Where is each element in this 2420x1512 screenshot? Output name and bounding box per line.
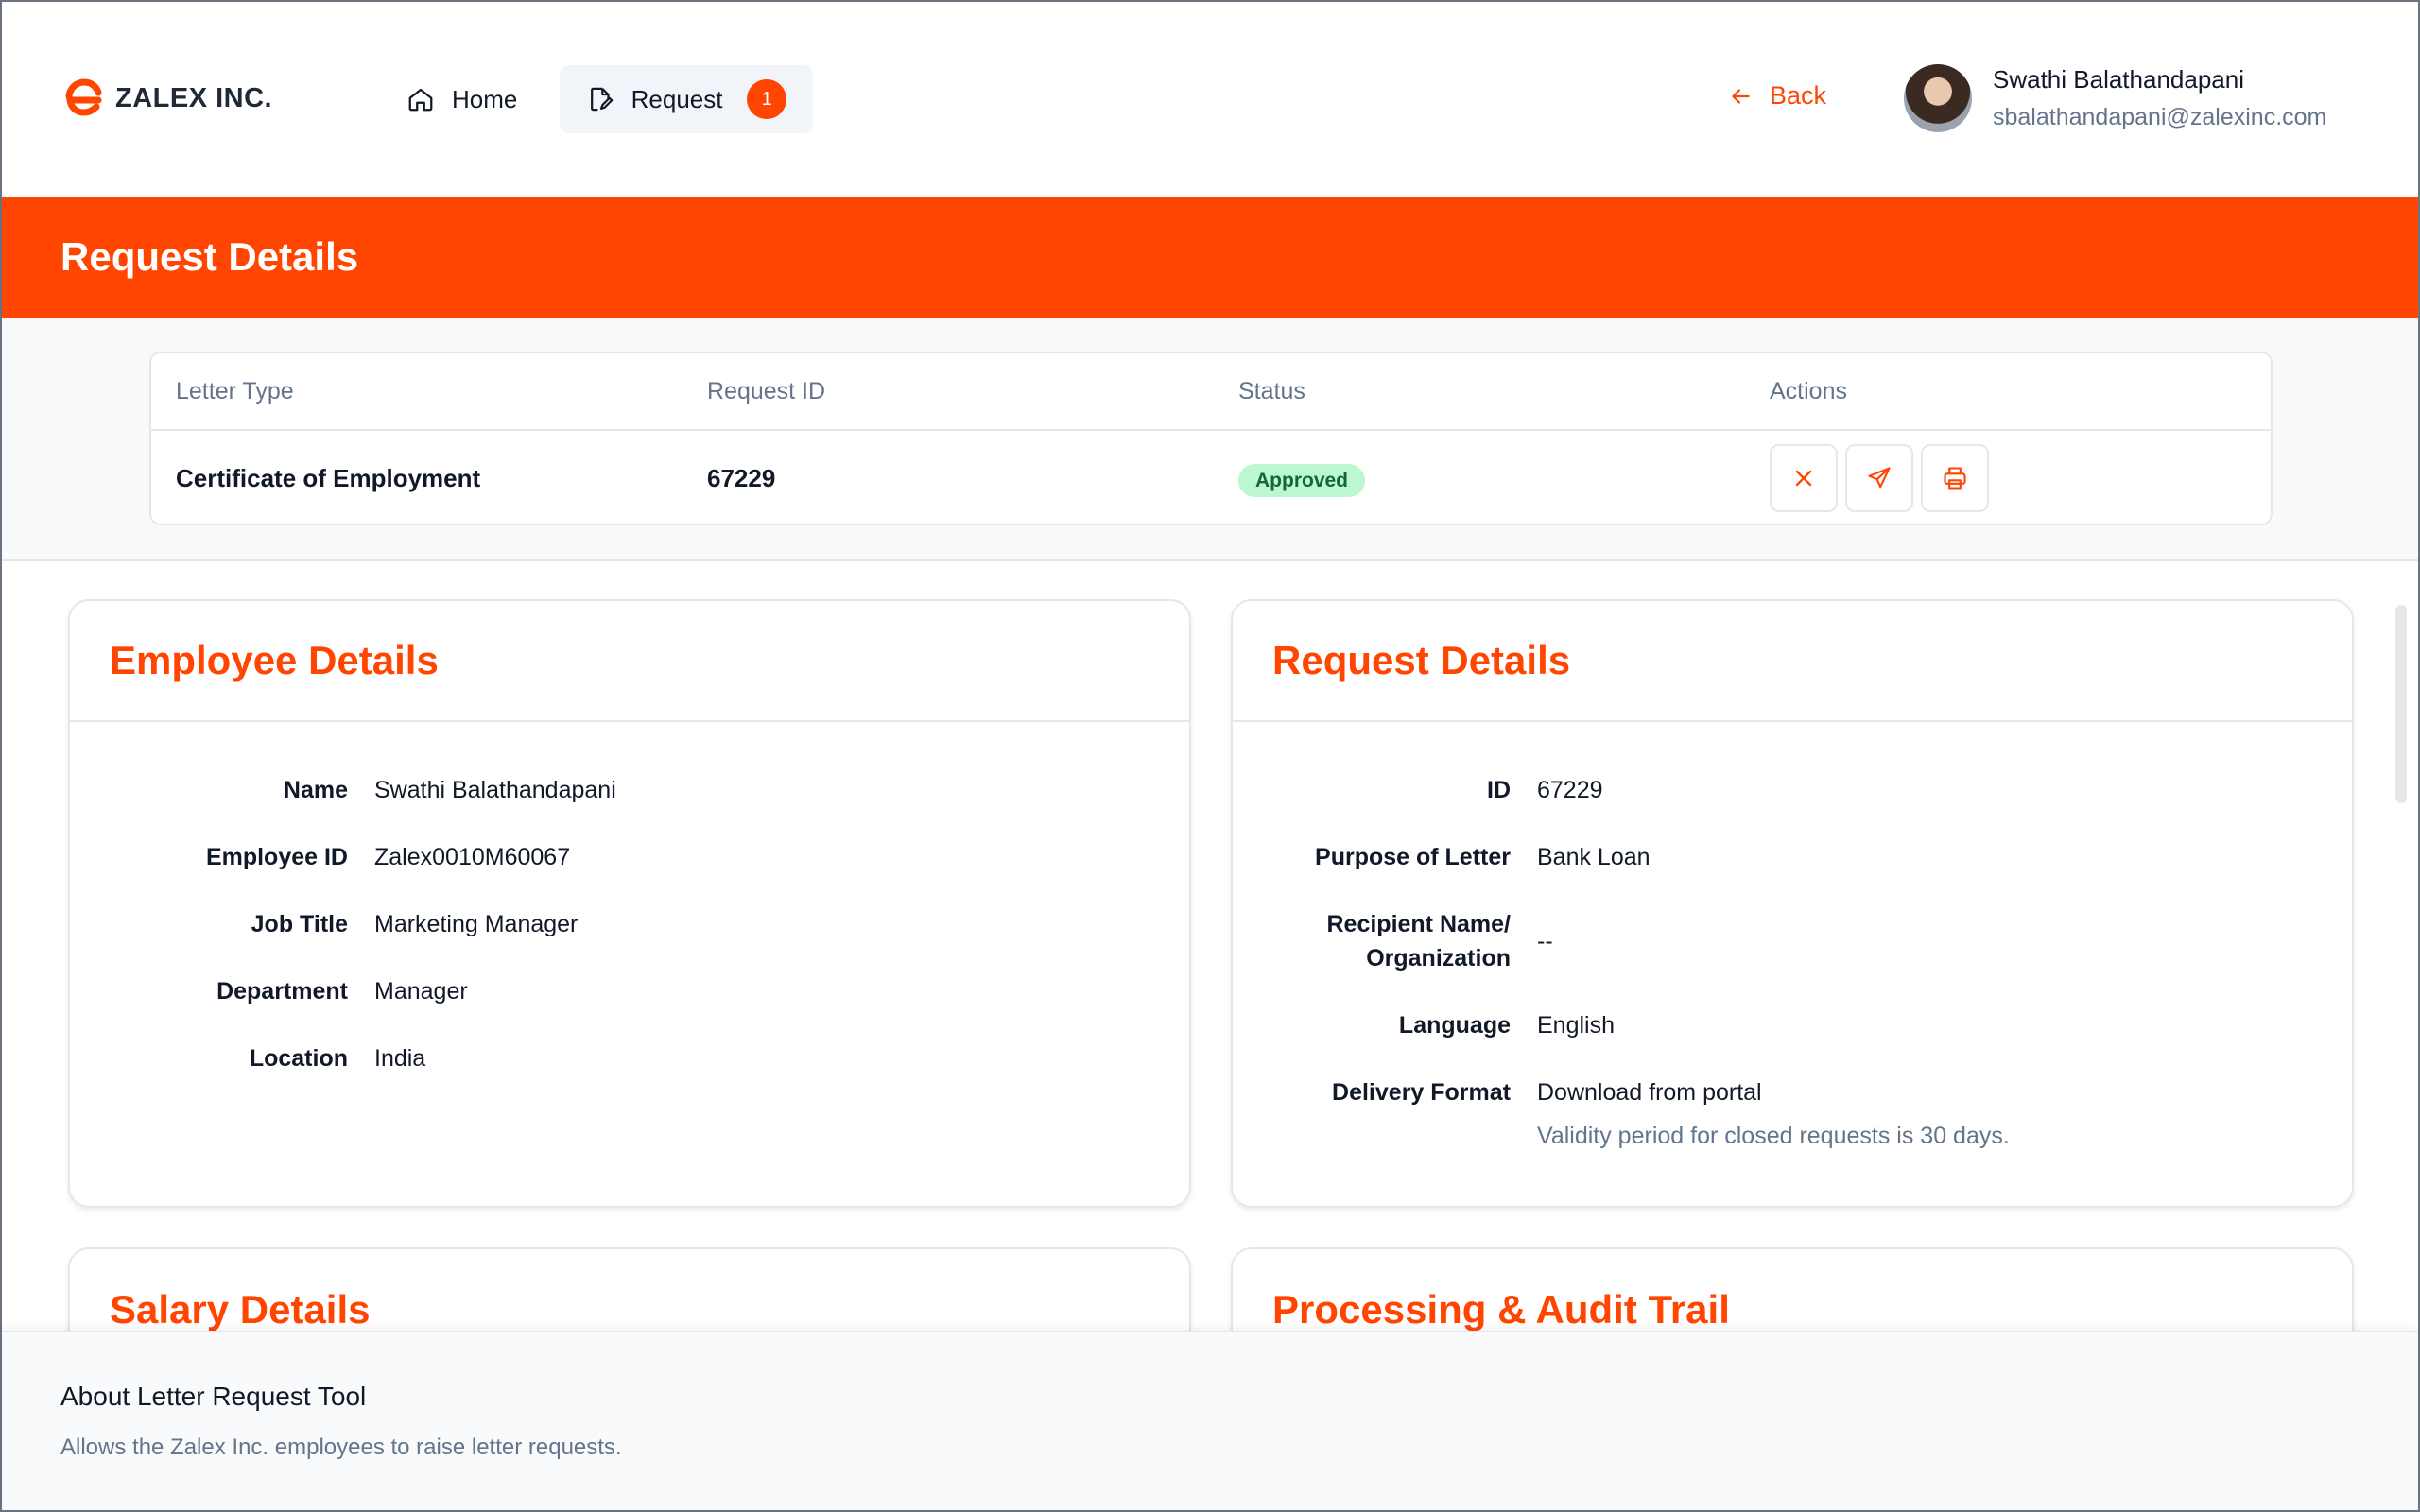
field-value: --: [1537, 928, 1553, 954]
zalex-logo-icon: [65, 78, 102, 116]
field-value: Zalex0010M60067: [374, 844, 571, 870]
field-label: ID: [1487, 777, 1511, 803]
validity-note: Validity period for closed requests is 3…: [1537, 1123, 2010, 1149]
top-navigation: ZALEX INC. Home Request 1 Back Swathi Ba…: [2, 2, 2418, 195]
back-label: Back: [1770, 81, 1827, 110]
field-value: Download from portal: [1537, 1079, 1762, 1106]
nav-request[interactable]: Request 1: [560, 65, 813, 133]
summary-section: Letter Type Request ID Status Actions Ce…: [2, 318, 2418, 561]
field-label-line: Organization: [1366, 945, 1511, 971]
field-label: Recipient Name/ Organization: [1326, 907, 1511, 975]
field-label: Department: [216, 978, 348, 1005]
footer: About Letter Request Tool Allows the Zal…: [2, 1331, 2418, 1510]
send-icon: [1868, 467, 1891, 489]
field-value: Manager: [374, 978, 468, 1005]
close-icon: [1795, 470, 1812, 487]
cell-request-id: 67229: [707, 463, 776, 492]
field-value: Marketing Manager: [374, 911, 579, 937]
field-label: Delivery Format: [1332, 1079, 1511, 1106]
footer-description: Allows the Zalex Inc. employees to raise…: [60, 1435, 622, 1460]
nav-request-label: Request: [631, 84, 723, 113]
employee-details-card: Employee Details Name Swathi Balathandap…: [68, 599, 1191, 1208]
field-label: Name: [283, 777, 348, 803]
scrollbar[interactable]: [2395, 605, 2407, 803]
brand-logo[interactable]: ZALEX INC.: [60, 76, 272, 121]
field-label: Location: [249, 1045, 348, 1072]
field-value: Bank Loan: [1537, 844, 1651, 870]
print-icon: [1944, 467, 1966, 490]
header-status: Status: [1238, 377, 1305, 404]
employee-details-title: Employee Details: [70, 601, 1189, 722]
brand-name: ZALEX INC.: [115, 82, 273, 113]
home-icon: [408, 88, 433, 112]
field-value: India: [374, 1045, 426, 1072]
document-edit-icon: [591, 87, 614, 112]
field-label-line: Recipient Name/: [1326, 911, 1511, 937]
nav-home-label: Home: [452, 84, 518, 113]
table-row: Certificate of Employment 67229 Approved: [151, 431, 2271, 525]
header-letter-type: Letter Type: [176, 377, 294, 404]
print-request-button[interactable]: [1921, 444, 1989, 512]
footer-title: About Letter Request Tool: [60, 1382, 367, 1411]
page-banner: Request Details: [2, 197, 2418, 318]
field-label: Language: [1398, 1012, 1511, 1039]
arrow-left-icon: [1732, 88, 1750, 104]
field-value: Swathi Balathandapani: [374, 777, 616, 803]
status-badge: Approved: [1238, 463, 1366, 497]
cell-letter-type: Certificate of Employment: [176, 463, 481, 492]
cancel-request-button[interactable]: [1770, 444, 1838, 512]
field-label: Job Title: [251, 911, 348, 937]
send-request-button[interactable]: [1845, 444, 1913, 512]
user-profile[interactable]: Swathi Balathandapani sbalathandapani@za…: [1904, 64, 2326, 132]
field-label: Employee ID: [205, 844, 348, 870]
summary-table-header: Letter Type Request ID Status Actions: [151, 353, 2271, 431]
request-details-title: Request Details: [1233, 601, 2352, 722]
field-value: 67229: [1537, 777, 1603, 803]
field-label: Purpose of Letter: [1315, 844, 1511, 870]
back-button[interactable]: Back: [1728, 81, 1826, 111]
cell-status: Approved: [1238, 463, 1366, 497]
header-request-id: Request ID: [707, 377, 826, 404]
nav-home[interactable]: Home: [380, 65, 544, 133]
request-count-badge: 1: [747, 79, 786, 119]
avatar: [1904, 64, 1972, 132]
user-email: sbalathandapani@zalexinc.com: [1993, 104, 2327, 130]
page-title: Request Details: [60, 234, 359, 279]
user-name: Swathi Balathandapani: [1993, 65, 2244, 94]
request-details-card: Request Details ID 67229 Purpose of Lett…: [1231, 599, 2354, 1208]
row-actions: [1770, 444, 1989, 512]
field-value: English: [1537, 1012, 1615, 1039]
summary-table: Letter Type Request ID Status Actions Ce…: [149, 352, 2273, 525]
header-actions: Actions: [1770, 377, 1847, 404]
